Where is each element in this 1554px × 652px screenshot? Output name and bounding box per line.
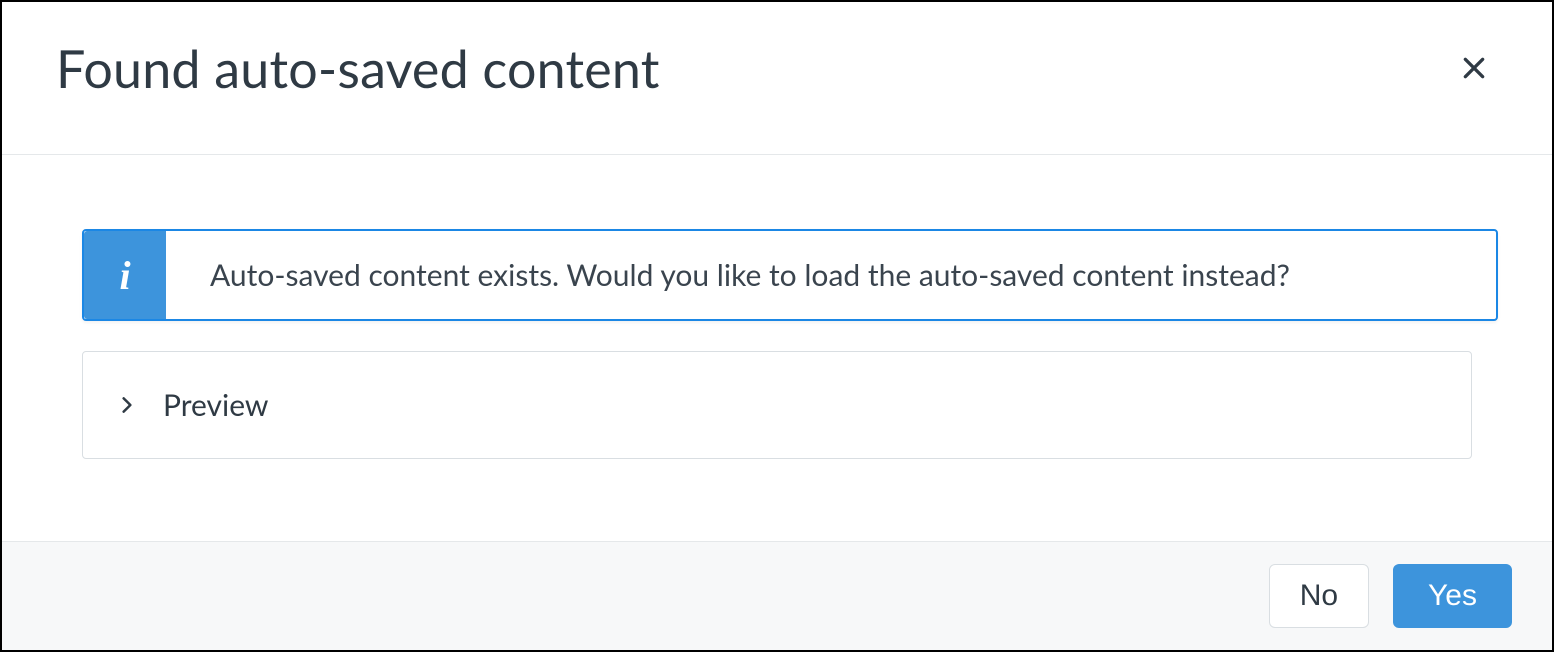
preview-toggle[interactable]: Preview (82, 351, 1472, 459)
dialog-body: i Auto-saved content exists. Would you l… (2, 155, 1552, 541)
close-button[interactable] (1450, 45, 1498, 93)
info-icon: i (84, 231, 166, 319)
yes-button[interactable]: Yes (1393, 564, 1512, 628)
no-button[interactable]: No (1269, 564, 1369, 628)
preview-label: Preview (163, 387, 268, 423)
chevron-right-icon (115, 393, 139, 417)
autosave-dialog: Found auto-saved content i Auto-saved co… (0, 0, 1554, 652)
alert-message: Auto-saved content exists. Would you lik… (166, 231, 1334, 319)
close-icon (1461, 55, 1487, 84)
dialog-header: Found auto-saved content (2, 2, 1552, 154)
dialog-footer: No Yes (2, 541, 1552, 650)
info-alert: i Auto-saved content exists. Would you l… (82, 229, 1498, 321)
info-icon-glyph: i (119, 252, 130, 299)
dialog-title: Found auto-saved content (56, 38, 660, 100)
